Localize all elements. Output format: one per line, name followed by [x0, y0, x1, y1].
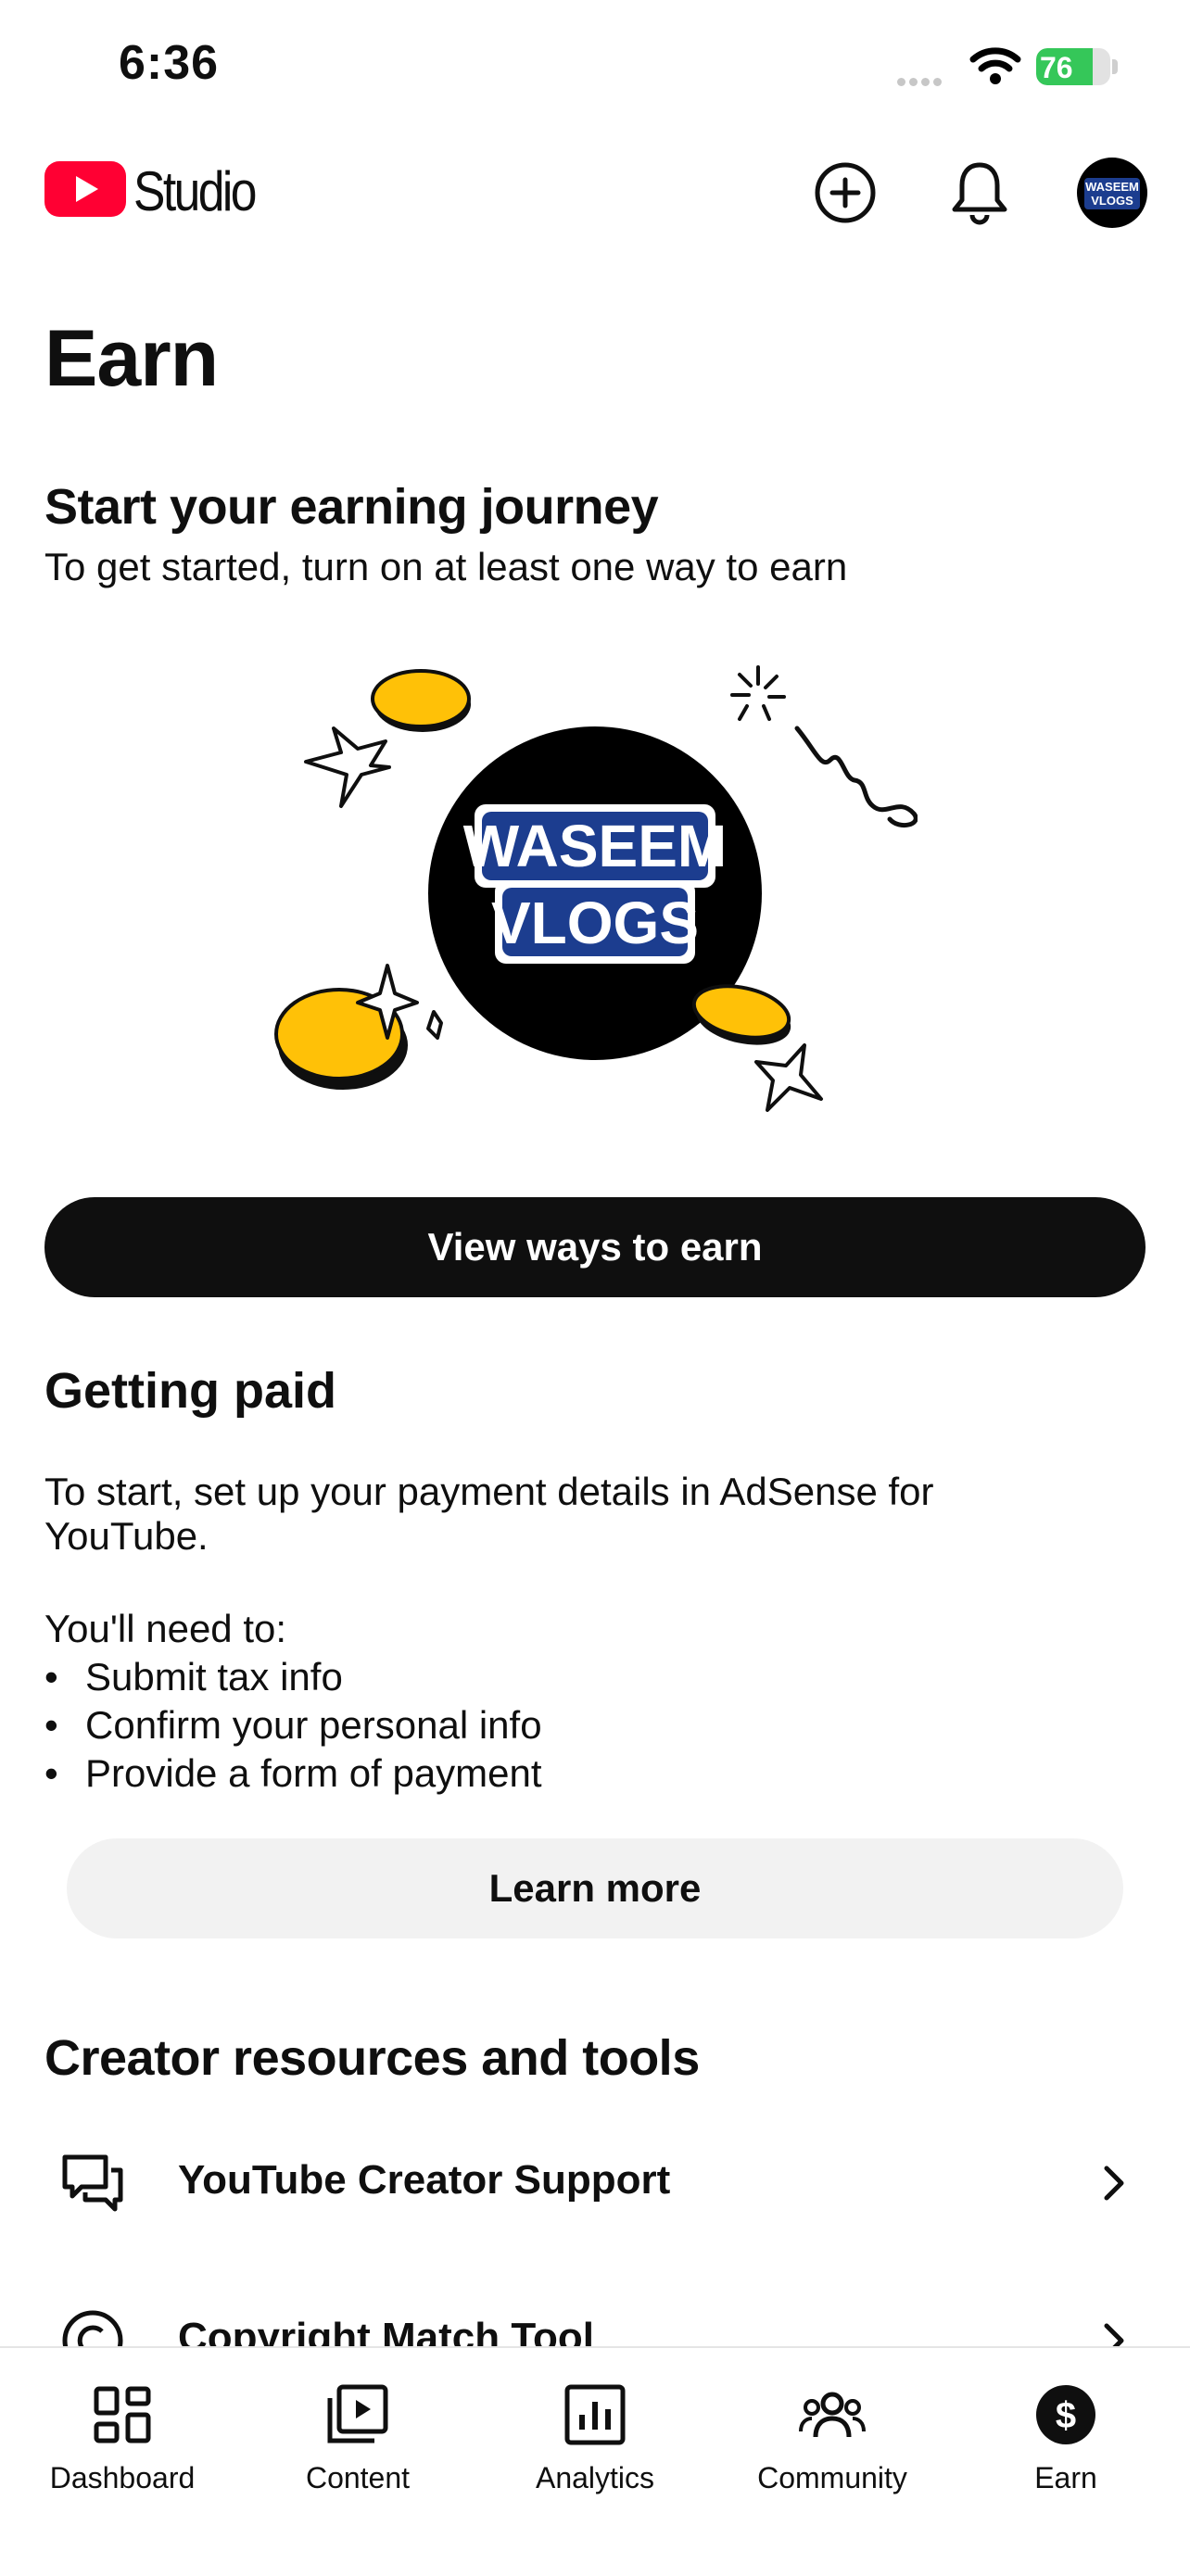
avatar-line-2: VLOGS [1091, 194, 1133, 208]
squiggle-icon [794, 726, 918, 828]
nav-label: Dashboard [49, 2461, 196, 2494]
badge-line-1: WASEEM [463, 813, 727, 879]
bell-icon [952, 162, 1007, 225]
getting-paid-description: To start, set up your payment details in… [44, 1470, 934, 1558]
status-time: 6:36 [119, 36, 220, 90]
dashboard-icon [94, 2386, 151, 2443]
create-button[interactable] [812, 159, 879, 226]
coin-icon [371, 669, 471, 732]
bottom-navigation: Dashboard Content Analytics Community $ [0, 2346, 1190, 2576]
earn-icon: $ [1036, 2385, 1095, 2444]
resource-label: Copyright Match Tool [178, 2315, 594, 2346]
resource-item-creator-support[interactable]: YouTube Creator Support [0, 2122, 1190, 2242]
learn-more-button[interactable]: Learn more [67, 1838, 1123, 1938]
copyright-icon [62, 2310, 123, 2346]
badge-line-2: VLOGS [491, 890, 699, 956]
requirements-heading: You'll need to: [44, 1607, 287, 1650]
channel-badge: WASEEM VLOGS [463, 804, 727, 964]
journey-heading: Start your earning journey [44, 479, 659, 535]
sparkle-icon [426, 1010, 443, 1040]
nav-label: Analytics [535, 2461, 655, 2494]
battery-icon: 76 [1036, 48, 1110, 85]
nav-item-analytics[interactable]: Analytics [476, 2348, 714, 2533]
plus-circle-icon [815, 162, 876, 223]
analytics-icon [564, 2384, 626, 2445]
resource-label: YouTube Creator Support [178, 2157, 671, 2203]
avatar-line-1: WASEEM [1085, 180, 1139, 194]
nav-item-content[interactable]: Content [239, 2348, 476, 2533]
requirement-label: Confirm your personal info [85, 1703, 542, 1747]
chat-bubbles-icon [62, 2154, 123, 2212]
battery-nub [1112, 59, 1118, 74]
studio-wordmark: Studio [133, 160, 257, 222]
requirement-label: Submit tax info [85, 1655, 343, 1698]
wifi-icon [969, 44, 1021, 90]
content-icon [327, 2384, 388, 2443]
svg-text:$: $ [1056, 2395, 1076, 2436]
account-avatar[interactable]: WASEEM VLOGS [1077, 158, 1147, 228]
page-title: Earn [44, 314, 219, 403]
requirement-item: • Submit tax info [44, 1655, 343, 1698]
sparkle-star-icon [754, 1043, 823, 1112]
journey-subtitle: To get started, turn on at least one way… [44, 545, 848, 588]
nav-item-community[interactable]: Community [714, 2348, 951, 2533]
nav-label: Community [757, 2461, 907, 2494]
nav-label: Content [305, 2461, 411, 2494]
resource-item-copyright-match[interactable]: Copyright Match Tool [0, 2279, 1190, 2346]
battery-percent: 76 [1040, 51, 1073, 84]
chevron-right-icon [1104, 2166, 1124, 2201]
nav-label: Earn [1034, 2461, 1097, 2494]
view-ways-to-earn-button[interactable]: View ways to earn [44, 1197, 1146, 1297]
requirement-item: • Provide a form of payment [44, 1751, 542, 1795]
burst-icon [730, 665, 786, 721]
nav-item-earn[interactable]: $ Earn [947, 2348, 1184, 2533]
youtube-logo-icon[interactable] [44, 161, 126, 217]
chevron-right-icon [1104, 2323, 1124, 2346]
cellular-signal-icon [897, 74, 945, 91]
resources-heading: Creator resources and tools [44, 2030, 700, 2086]
community-icon [799, 2392, 866, 2438]
notifications-button[interactable] [945, 158, 1014, 226]
requirement-label: Provide a form of payment [85, 1751, 542, 1795]
sparkle-star-icon [304, 726, 391, 808]
earning-illustration: WASEEM VLOGS [269, 649, 918, 1130]
getting-paid-heading: Getting paid [44, 1363, 336, 1419]
nav-item-dashboard[interactable]: Dashboard [4, 2348, 241, 2533]
coin-icon [691, 984, 791, 1045]
requirement-item: • Confirm your personal info [44, 1703, 542, 1747]
